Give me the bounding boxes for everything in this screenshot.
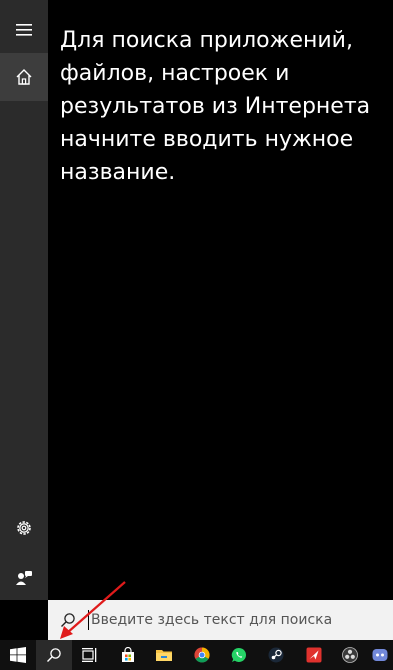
search-input[interactable] [91,612,393,628]
store-icon [122,647,134,662]
feedback-icon [16,571,32,585]
search-icon [47,648,61,662]
home-button[interactable] [0,53,48,101]
hamburger-menu-button[interactable] [0,6,48,54]
task-view-button[interactable] [72,640,108,670]
hamburger-menu-icon [16,24,32,36]
taskbar-app-discord[interactable] [366,640,393,670]
gear-icon [17,521,31,535]
red-app-icon [306,647,322,663]
taskbar-app-store[interactable] [110,640,146,670]
taskbar-search-button[interactable] [36,640,72,670]
search-box-icon [48,600,88,640]
start-panel: Для поиска приложений, файлов, настроек … [48,0,393,600]
search-icon [61,613,75,627]
taskbar [0,640,393,670]
file-explorer-icon [156,650,172,661]
windows-start-icon [10,647,26,663]
obs-icon [342,647,358,663]
taskbar-app-chrome[interactable] [184,640,220,670]
task-view-icon [82,648,97,662]
feedback-button[interactable] [0,554,48,602]
start-sidebar [0,0,48,600]
start-button[interactable] [0,640,36,670]
taskbar-app-whatsapp[interactable] [221,640,257,670]
settings-button[interactable] [0,504,48,552]
home-icon [16,69,32,85]
text-cursor [88,610,89,630]
chrome-icon [194,647,210,663]
discord-icon [372,649,387,661]
steam-icon [268,647,284,663]
search-box[interactable] [48,600,393,640]
taskbar-app-steam[interactable] [258,640,294,670]
taskbar-app-red[interactable] [296,640,332,670]
taskbar-app-obs[interactable] [332,640,368,670]
search-hint-text: Для поиска приложений, файлов, настроек … [60,28,371,185]
whatsapp-icon [231,647,246,662]
taskbar-app-explorer[interactable] [146,640,182,670]
